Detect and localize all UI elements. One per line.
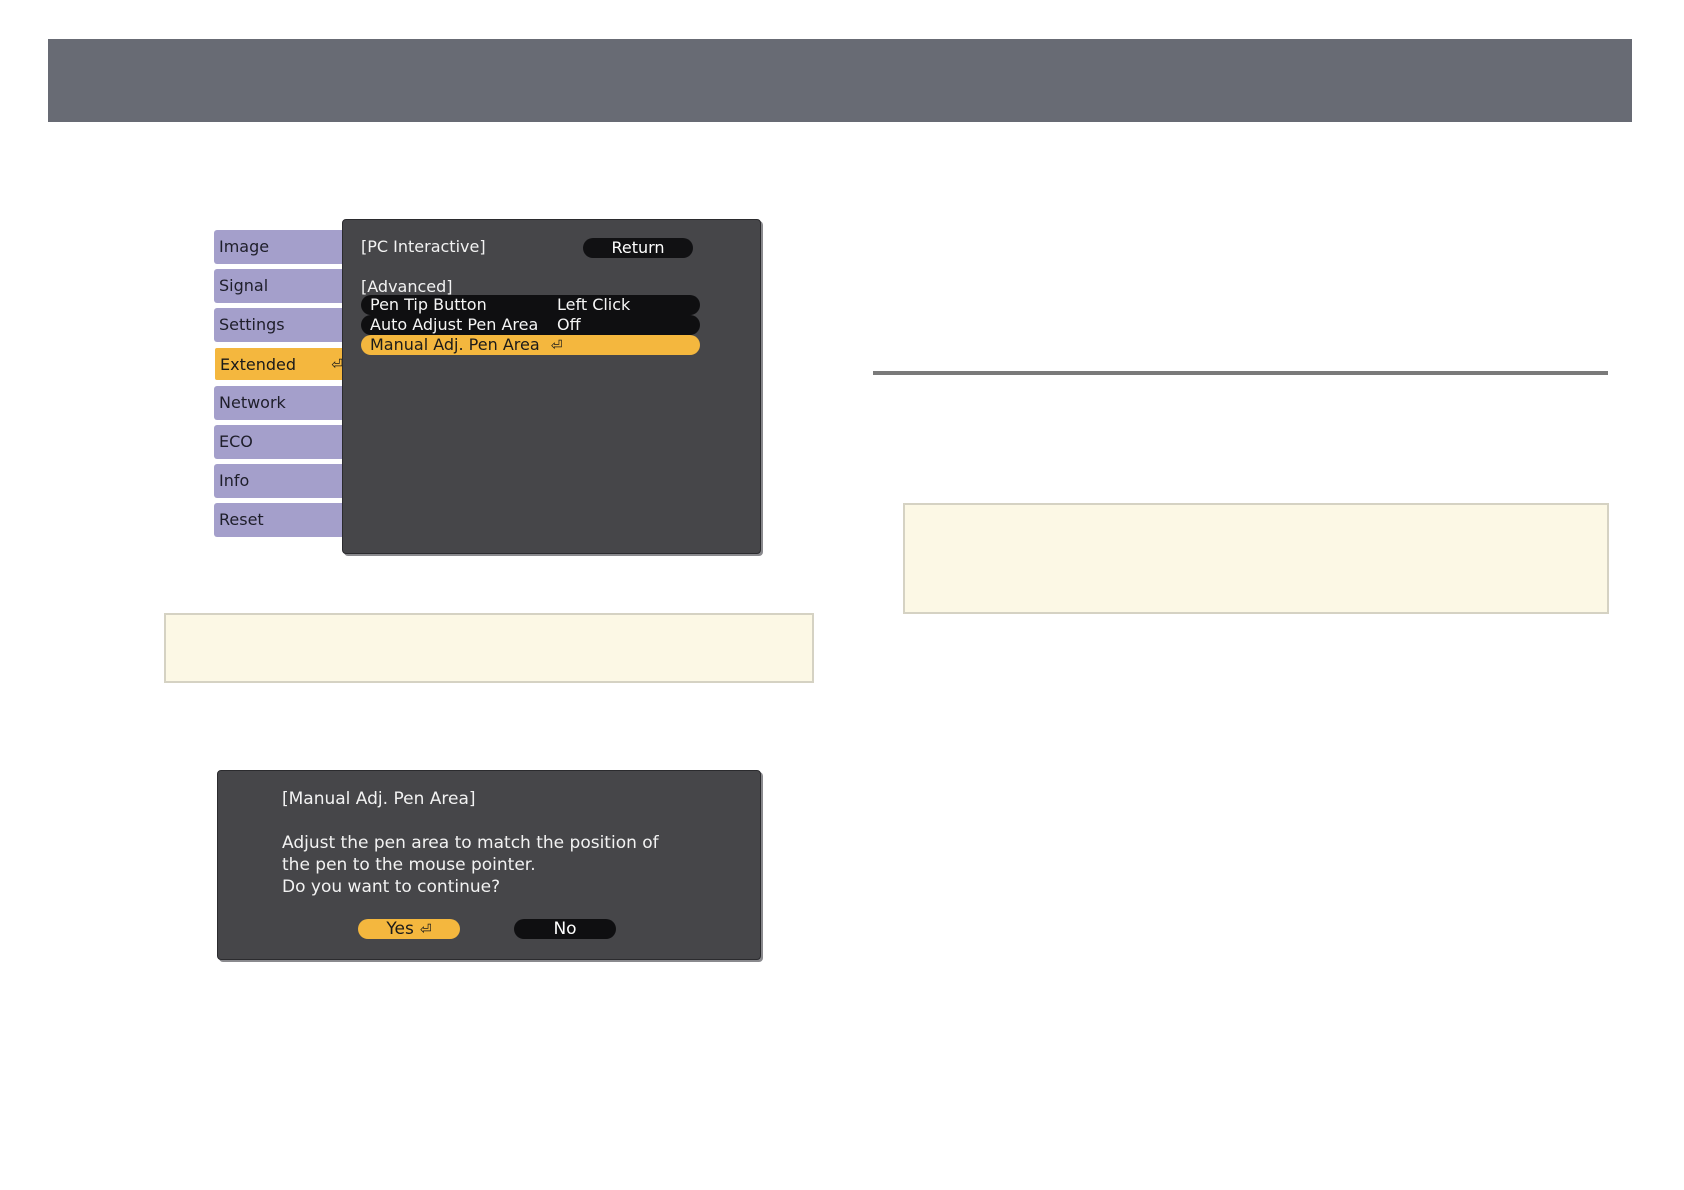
- return-button[interactable]: Return: [583, 238, 693, 258]
- menu-row-auto-adjust-pen-area[interactable]: Auto Adjust Pen Area Off: [361, 315, 700, 335]
- row-label: Manual Adj. Pen Area: [370, 335, 540, 354]
- menu-tab-label: Network: [219, 393, 286, 412]
- menu-tab-label: ECO: [219, 432, 253, 451]
- row-label: Auto Adjust Pen Area: [370, 315, 539, 334]
- menu-tab-eco[interactable]: ECO: [214, 425, 355, 459]
- note-box: [164, 613, 814, 683]
- menu-tab-label: Signal: [219, 276, 269, 295]
- menu-row-pen-tip-button[interactable]: Pen Tip Button Left Click: [361, 295, 700, 315]
- enter-return-icon: ⏎: [550, 338, 563, 354]
- menu-tab-extended[interactable]: Extended ⏎: [214, 347, 350, 381]
- row-value: Off: [557, 315, 581, 334]
- yes-button[interactable]: Yes ⏎: [358, 919, 460, 939]
- confirm-dialog: [Manual Adj. Pen Area] Adjust the pen ar…: [217, 770, 761, 960]
- menu-tab-label: Settings: [219, 315, 285, 334]
- menu-tab-label: Info: [219, 471, 250, 490]
- menu-tab-label: Reset: [219, 510, 264, 529]
- dialog-message-line: Do you want to continue?: [282, 877, 501, 897]
- section-divider: [873, 371, 1608, 375]
- section-label-advanced: [Advanced]: [361, 277, 453, 296]
- menu-tab-image[interactable]: Image: [214, 230, 355, 264]
- dialog-title: [Manual Adj. Pen Area]: [282, 789, 476, 809]
- enter-return-icon: ⏎: [419, 922, 432, 938]
- dialog-message-line: the pen to the mouse pointer.: [282, 855, 536, 875]
- menu-row-manual-adj-pen-area[interactable]: Manual Adj. Pen Area ⏎: [361, 335, 700, 355]
- dialog-message-line: Adjust the pen area to match the positio…: [282, 833, 659, 853]
- menu-tab-network[interactable]: Network: [214, 386, 355, 420]
- menu-tab-reset[interactable]: Reset: [214, 503, 355, 537]
- menu-tab-label: Extended: [220, 355, 296, 374]
- page-header-bar: [48, 39, 1632, 122]
- projector-menu: Image Signal Settings Extended ⏎ Network…: [214, 219, 761, 554]
- dialog-message: Adjust the pen area to match the positio…: [282, 832, 659, 898]
- note-box: [903, 503, 1609, 614]
- menu-panel: [PC Interactive] Return [Advanced] Pen T…: [342, 219, 761, 554]
- row-label: Pen Tip Button: [370, 295, 487, 314]
- menu-tab-label: Image: [219, 237, 270, 256]
- row-value: Left Click: [557, 295, 631, 314]
- panel-title: [PC Interactive]: [361, 237, 486, 256]
- menu-tab-signal[interactable]: Signal: [214, 269, 355, 303]
- menu-tab-info[interactable]: Info: [214, 464, 355, 498]
- yes-label: Yes: [386, 919, 414, 939]
- menu-tab-settings[interactable]: Settings: [214, 308, 355, 342]
- no-button[interactable]: No: [514, 919, 616, 939]
